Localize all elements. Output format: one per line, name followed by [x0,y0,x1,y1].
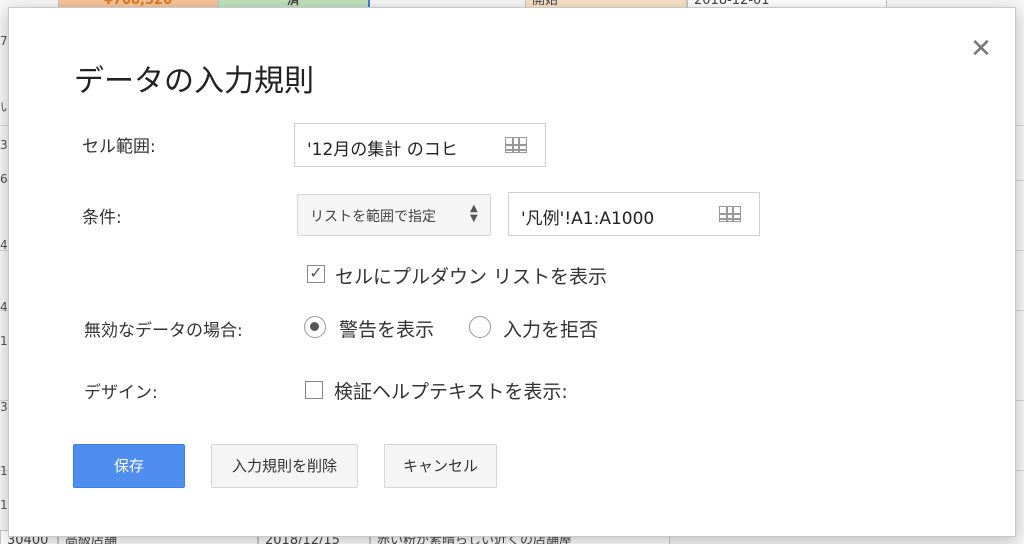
save-button[interactable]: 保存 [73,444,185,488]
bg-row-char: 1 [0,464,8,478]
select-arrows-icon: ▲ ▼ [470,203,478,224]
warning-option-label[interactable]: 警告を表示 [339,315,434,342]
bg-row-char: 1 [0,498,8,512]
bg-row-char: 4 [0,300,8,314]
dialog-title: データの入力規則 [74,64,314,99]
criteria-type-value: リストを範囲で指定 [310,209,436,225]
warning-radio[interactable] [304,316,326,338]
help-text-label: 検証ヘルプテキストを表示: [334,381,568,403]
bg-row-char: 7 [0,34,8,48]
bg-row-char: 6 [0,172,8,186]
data-validation-dialog: ✕ データの入力規則 セル範囲: '12月の集計 のコヒ 条件: リストを範囲で… [8,7,1016,537]
cancel-button[interactable]: キャンセル [384,444,497,488]
bg-row-char: い [0,100,8,114]
invalid-data-label: 無効なデータの場合: [84,321,243,341]
close-icon[interactable]: ✕ [969,36,993,62]
criteria-label: 条件: [82,208,122,228]
appearance-label: デザイン: [84,383,158,403]
reject-radio[interactable] [469,316,491,338]
bg-row-char: 4 [0,238,8,252]
help-text-checkbox[interactable] [305,381,323,399]
grid-select-icon[interactable] [505,137,527,153]
criteria-range-value: '凡例'!A1:A1000 [521,209,655,229]
reject-option-label[interactable]: 入力を拒否 [503,315,598,342]
cell-range-label: セル範囲: [82,137,156,157]
grid-select-icon[interactable] [719,206,741,222]
bg-row-char: 3 [0,400,8,414]
show-dropdown-checkbox[interactable]: ✓ [307,265,325,283]
show-dropdown-label: セルにプルダウン リストを表示 [335,266,608,288]
cell-range-value: '12月の集計 のコヒ [307,140,458,160]
cell-range-input[interactable]: '12月の集計 のコヒ [294,123,546,167]
bg-row-char: 3 [0,138,8,152]
remove-validation-button[interactable]: 入力規則を削除 [211,444,358,488]
criteria-type-select[interactable]: リストを範囲で指定 ▲ ▼ [297,194,491,236]
bg-row-char: 1 [0,334,8,348]
criteria-range-input[interactable]: '凡例'!A1:A1000 [508,192,760,236]
